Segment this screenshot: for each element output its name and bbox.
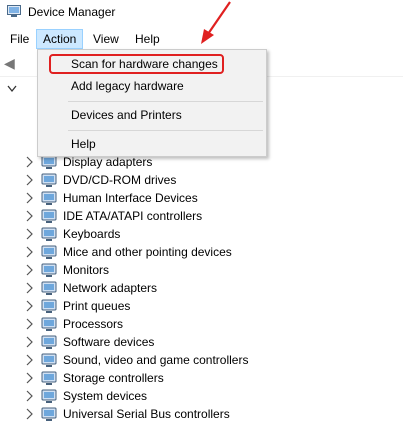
- tree-item-label: Monitors: [63, 263, 110, 277]
- chevron-right-icon[interactable]: [25, 174, 35, 186]
- processor-icon: [41, 317, 57, 331]
- highlight-annotation: [49, 54, 224, 74]
- tree-item[interactable]: Keyboards: [0, 225, 403, 243]
- menu-item-label: Devices and Printers: [71, 108, 182, 122]
- chevron-right-icon[interactable]: [25, 372, 35, 384]
- tree-item-label: Keyboards: [63, 227, 121, 241]
- menu-item-help[interactable]: Help: [39, 133, 265, 155]
- tree-item-label: DVD/CD-ROM drives: [63, 173, 177, 187]
- chevron-right-icon[interactable]: [25, 156, 35, 168]
- network-adapter-icon: [41, 281, 57, 295]
- tree-item[interactable]: Print queues: [0, 297, 403, 315]
- menu-item-label: Help: [71, 137, 96, 151]
- tree-item[interactable]: System devices: [0, 387, 403, 405]
- window-title: Device Manager: [28, 5, 116, 19]
- device-manager-icon: [7, 5, 21, 17]
- chevron-down-icon[interactable]: [7, 85, 17, 93]
- chevron-right-icon[interactable]: [25, 228, 35, 240]
- monitor-icon: [41, 263, 57, 277]
- tree-item[interactable]: Storage controllers: [0, 369, 403, 387]
- tree-item-label: Print queues: [63, 299, 131, 313]
- ide-controller-icon: [41, 209, 57, 223]
- menu-item-add-legacy-hardware[interactable]: Add legacy hardware: [39, 75, 265, 97]
- chevron-right-icon[interactable]: [25, 282, 35, 294]
- menu-separator: [68, 101, 263, 102]
- menu-item-devices-printers[interactable]: Devices and Printers: [39, 104, 265, 126]
- tree-item[interactable]: IDE ATA/ATAPI controllers: [0, 207, 403, 225]
- tree-item[interactable]: DVD/CD-ROM drives: [0, 171, 403, 189]
- tree-item[interactable]: Network adapters: [0, 279, 403, 297]
- tree-item-label: Universal Serial Bus controllers: [63, 407, 230, 421]
- tree-item[interactable]: Mice and other pointing devices: [0, 243, 403, 261]
- sound-icon: [41, 353, 57, 367]
- chevron-right-icon[interactable]: [25, 336, 35, 348]
- keyboard-icon: [41, 227, 57, 241]
- chevron-right-icon[interactable]: [25, 192, 35, 204]
- system-devices-icon: [41, 389, 57, 403]
- menu-action[interactable]: Action: [36, 29, 84, 49]
- tree-item-label: Processors: [63, 317, 124, 331]
- tree-item-label: Software devices: [63, 335, 155, 349]
- menu-separator: [68, 130, 263, 131]
- mouse-icon: [41, 245, 57, 259]
- chevron-right-icon[interactable]: [25, 264, 35, 276]
- tree-item[interactable]: Processors: [0, 315, 403, 333]
- chevron-right-icon[interactable]: [25, 318, 35, 330]
- hid-icon: [41, 191, 57, 205]
- tree-item-label: Network adapters: [63, 281, 158, 295]
- usb-icon: [41, 407, 57, 421]
- tree-item[interactable]: Sound, video and game controllers: [0, 351, 403, 369]
- menu-view[interactable]: View: [87, 29, 125, 49]
- annotation-arrow-icon: [201, 1, 231, 44]
- chevron-right-icon[interactable]: [25, 408, 35, 420]
- chevron-right-icon[interactable]: [25, 246, 35, 258]
- chevron-right-icon[interactable]: [25, 390, 35, 402]
- tree-item-label: System devices: [63, 389, 148, 403]
- menu-help[interactable]: Help: [129, 29, 166, 49]
- menu-item-label: Add legacy hardware: [71, 79, 184, 93]
- software-device-icon: [41, 335, 57, 349]
- chevron-right-icon[interactable]: [25, 300, 35, 312]
- tree-item[interactable]: Software devices: [0, 333, 403, 351]
- tree-item[interactable]: Human Interface Devices: [0, 189, 403, 207]
- back-arrow-icon[interactable]: ◀: [4, 56, 20, 70]
- chevron-right-icon[interactable]: [25, 354, 35, 366]
- tree-item-label: Sound, video and game controllers: [63, 353, 249, 367]
- tree-item-label: Human Interface Devices: [63, 191, 198, 205]
- tree-item-label: Mice and other pointing devices: [63, 245, 232, 259]
- storage-controller-icon: [41, 371, 57, 385]
- menu-file[interactable]: File: [4, 29, 35, 49]
- tree-item[interactable]: Monitors: [0, 261, 403, 279]
- printer-icon: [41, 299, 57, 313]
- tree-item-label: Storage controllers: [63, 371, 164, 385]
- tree-item-label: IDE ATA/ATAPI controllers: [63, 209, 203, 223]
- tree-item[interactable]: Universal Serial Bus controllers: [0, 405, 403, 423]
- dvd-drive-icon: [41, 173, 57, 187]
- chevron-right-icon[interactable]: [25, 210, 35, 222]
